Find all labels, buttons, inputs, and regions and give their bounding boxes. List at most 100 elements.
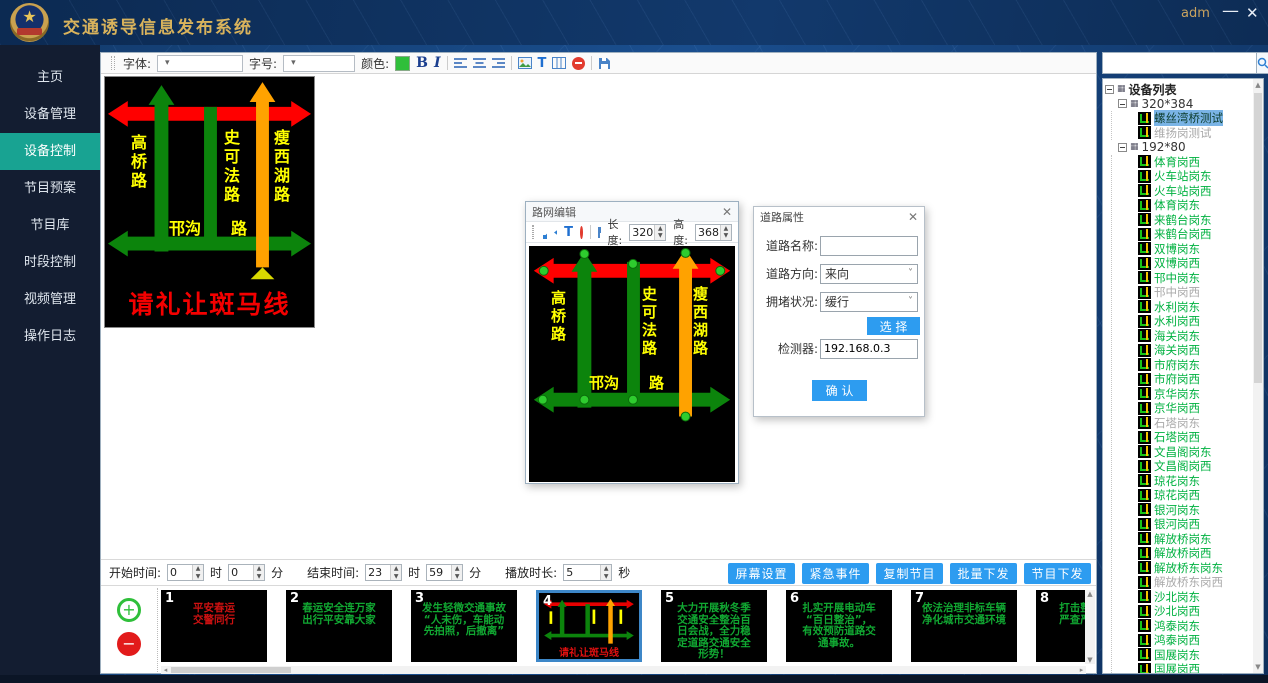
sidebar-item[interactable]: 视频管理 [0,281,100,318]
device-item[interactable]: 体育岗东 [1138,198,1252,213]
spin-down-icon[interactable] [254,573,264,581]
device-item[interactable]: 沙北岗东 [1138,590,1252,605]
device-item[interactable]: 体育岗西 [1138,155,1252,170]
select-button[interactable]: 选 择 [867,317,920,335]
device-item[interactable]: 沙北岗西 [1138,604,1252,619]
action-button[interactable]: 紧急事件 [802,563,869,584]
device-item[interactable]: 双博岗西 [1138,256,1252,271]
spin-up-icon[interactable] [452,565,462,573]
remove-program-button[interactable]: − [117,632,141,656]
thumbs-horizontal-scrollbar[interactable]: ◂ ▸ [161,666,1086,674]
device-item[interactable]: 水利岗西 [1138,314,1252,329]
device-item[interactable]: 双博岗东 [1138,242,1252,257]
height-input[interactable] [696,225,720,240]
control-point[interactable] [681,412,690,421]
sidebar-item[interactable]: 操作日志 [0,318,100,355]
color-swatch[interactable] [395,56,410,71]
spin-down-icon[interactable] [391,573,401,581]
start-minute-spinner[interactable] [228,564,265,581]
length-input[interactable] [630,225,654,240]
action-button[interactable]: 复制节目 [876,563,943,584]
roadnet-tool-icon[interactable] [552,57,566,69]
spin-up-icon[interactable] [601,565,611,573]
action-button[interactable]: 屏幕设置 [728,563,795,584]
spin-up-icon[interactable] [391,565,401,573]
control-point[interactable] [716,266,725,275]
spin-down-icon[interactable] [452,573,462,581]
device-item[interactable]: 国展岗西 [1138,662,1252,674]
roadnet-close-icon[interactable]: ✕ [722,205,732,219]
device-item[interactable]: 海关岗西 [1138,343,1252,358]
spin-up-icon[interactable] [721,225,731,233]
sidebar-item[interactable]: 节目库 [0,207,100,244]
duration-spinner[interactable] [563,564,612,581]
action-button[interactable]: 批量下发 [950,563,1017,584]
spin-up-icon[interactable] [254,565,264,573]
start-minute-input[interactable] [229,565,253,580]
device-item[interactable]: 邗中岗西 [1138,285,1252,300]
device-item[interactable]: 来鹤台岗东 [1138,213,1252,228]
roadnet-canvas[interactable]: 高桥路 史可法路 瘦西湖路 邗沟 路 [529,246,735,482]
username[interactable]: adm [1181,6,1210,21]
device-item[interactable]: 邗中岗东 [1138,271,1252,286]
length-spinner[interactable] [629,224,666,241]
program-thumbnail[interactable]: 6 扎实开展电动车“百日整治”，有效预防道路交通事故。 [786,590,892,662]
device-item[interactable]: 火车站岗西 [1138,184,1252,199]
delete-tool-icon[interactable] [572,57,585,70]
device-group[interactable]: ▦ 320*384 [1105,97,1252,112]
device-item[interactable]: 解放桥东岗东 [1138,561,1252,576]
spin-down-icon[interactable] [193,573,203,581]
font-size-select[interactable] [283,55,355,72]
device-item[interactable]: 鸿泰岗东 [1138,619,1252,634]
start-hour-input[interactable] [168,565,192,580]
device-item[interactable]: 京华岗东 [1138,387,1252,402]
road-properties-titlebar[interactable]: 道路属性 ✕ [754,207,924,227]
program-thumbnail[interactable]: 2 春运安全连万家出行平安靠大家 [286,590,392,662]
device-item[interactable]: 海关岗东 [1138,329,1252,344]
spin-up-icon[interactable] [193,565,203,573]
delete-tool-icon[interactable] [580,226,583,239]
sidebar-item[interactable]: 节目预案 [0,170,100,207]
control-point[interactable] [629,395,638,404]
device-item[interactable]: 石塔岗西 [1138,430,1252,445]
collapse-icon[interactable] [1105,85,1114,94]
road-name-input[interactable] [820,236,918,256]
roadnet-editor-titlebar[interactable]: 路网编辑 ✕ [526,202,738,222]
program-thumbnail[interactable]: 8 打击整治“炸严查严惩“机 [1036,590,1086,662]
spin-down-icon[interactable] [601,573,611,581]
start-hour-spinner[interactable] [167,564,204,581]
spin-up-icon[interactable] [655,225,665,233]
road-direction-select[interactable]: 来向 [820,264,918,284]
program-thumbnail[interactable]: 4 请礼让斑马线 [536,590,642,662]
end-minute-input[interactable] [427,565,451,580]
program-thumbnail[interactable]: 1 平安春运交警同行 [161,590,267,662]
program-thumbnail[interactable]: 3 发生轻微交通事故“人未伤，车能动先拍照，后撤离” [411,590,517,662]
properties-close-icon[interactable]: ✕ [908,210,918,224]
device-item[interactable]: 市府岗东 [1138,358,1252,373]
device-group[interactable]: ▦ 192*80 [1105,140,1252,155]
control-point[interactable] [681,248,690,257]
device-item[interactable]: 琼花岗西 [1138,488,1252,503]
device-item[interactable]: 国展岗东 [1138,648,1252,663]
device-search-input[interactable] [1102,52,1257,74]
control-point[interactable] [580,395,589,404]
add-program-button[interactable]: + [117,598,141,622]
device-item[interactable]: 文昌阁岗西 [1138,459,1252,474]
minimize-button[interactable]: — [1222,1,1239,21]
device-item[interactable]: 市府岗西 [1138,372,1252,387]
draw-line-icon[interactable] [543,226,546,239]
device-item[interactable]: 解放桥岗东 [1138,532,1252,547]
duration-input[interactable] [564,565,600,580]
device-item[interactable]: 文昌阁岗东 [1138,445,1252,460]
led-sign-preview[interactable]: 高桥路 史可法路 瘦西湖路 邗沟 路 请礼让斑马线 [104,76,315,328]
device-item[interactable]: 石塔岗东 [1138,416,1252,431]
height-spinner[interactable] [695,224,732,241]
align-left-icon[interactable] [454,58,467,69]
bold-button[interactable]: B [416,55,428,71]
spin-down-icon[interactable] [655,232,665,240]
save-icon[interactable] [598,57,611,70]
hscroll-thumb[interactable] [171,667,291,673]
device-item[interactable]: 琼花岗东 [1138,474,1252,489]
thumbs-vertical-scrollbar[interactable]: ▲▼ [1085,590,1095,664]
control-point[interactable] [539,266,548,275]
